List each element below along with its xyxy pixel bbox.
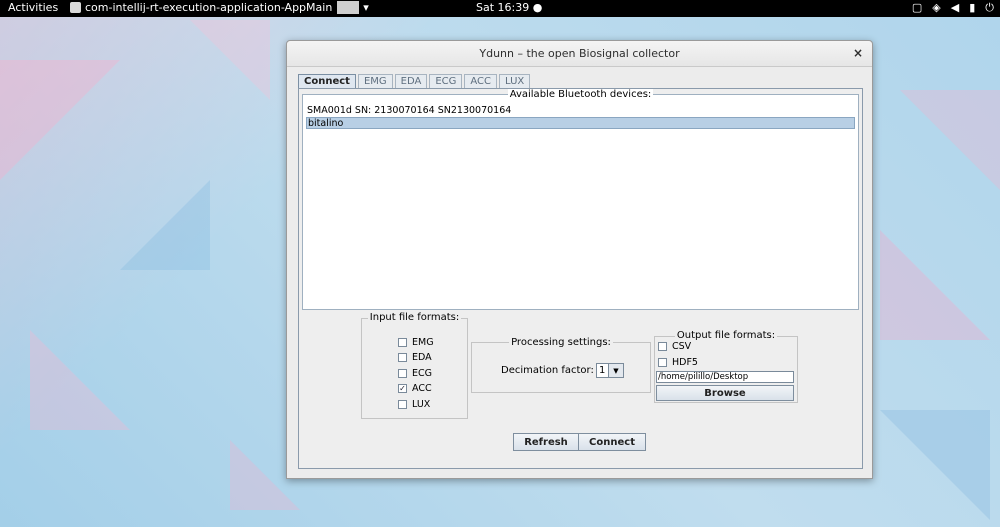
checkbox-lux[interactable]: LUX	[398, 399, 430, 410]
window-title: Ydunn – the open Biosignal collector	[479, 47, 680, 60]
tab-ecg[interactable]: ECG	[429, 74, 463, 88]
checkbox-label: ECG	[412, 368, 432, 379]
checkbox-hdf5[interactable]: HDF5	[658, 357, 698, 368]
network-icon: ◈	[932, 1, 941, 14]
checkbox-label: CSV	[672, 341, 692, 352]
app-name: com-intellij-rt-execution-application-Ap…	[85, 1, 333, 14]
checkbox-box[interactable]	[398, 338, 407, 347]
tab-eda[interactable]: EDA	[394, 74, 428, 88]
tab-emg[interactable]: EMG	[357, 74, 393, 88]
checkbox-eda[interactable]: EDA	[398, 352, 432, 363]
input-formats-group: Input file formats: EMG EDA ECG ✓ ACC LU…	[361, 312, 468, 419]
checkbox-label: ACC	[412, 383, 432, 394]
output-formats-group: Output file formats: CSV HDF5 /home/pili…	[654, 330, 798, 403]
checkbox-label: HDF5	[672, 357, 698, 368]
power-icon: ⏻	[985, 1, 994, 14]
close-icon[interactable]: ×	[853, 46, 863, 60]
devices-legend: Available Bluetooth devices:	[507, 89, 654, 100]
bluetooth-devices-list[interactable]: Available Bluetooth devices: SMA001d SN:…	[302, 89, 859, 310]
decimation-value: 1	[599, 365, 606, 376]
checkbox-label: LUX	[412, 399, 431, 410]
checkbox-ecg[interactable]: ECG	[398, 368, 432, 379]
wallpaper-triangle	[900, 90, 1000, 190]
browse-button[interactable]: Browse	[656, 385, 794, 401]
decimation-label: Decimation factor:	[501, 365, 594, 376]
checkbox-label: EMG	[412, 337, 434, 348]
connect-panel: Available Bluetooth devices: SMA001d SN:…	[298, 88, 863, 469]
wallpaper-triangle	[190, 20, 270, 100]
refresh-button[interactable]: Refresh	[513, 433, 579, 451]
wallpaper-triangle	[120, 180, 210, 270]
checkbox-box[interactable]	[658, 358, 667, 367]
battery-icon: ▮	[969, 1, 976, 14]
wallpaper-triangle	[30, 330, 130, 430]
tab-lux[interactable]: LUX	[499, 74, 531, 88]
output-path-field[interactable]: /home/pilillo/Desktop	[656, 371, 794, 383]
output-formats-legend: Output file formats:	[674, 330, 778, 341]
wallpaper-triangle	[880, 230, 990, 340]
placeholder-glyph-icon	[337, 1, 360, 14]
tab-connect[interactable]: Connect	[298, 74, 356, 88]
tab-acc[interactable]: ACC	[464, 74, 498, 88]
checkbox-csv[interactable]: CSV	[658, 341, 691, 352]
volume-icon: ◀	[950, 1, 960, 14]
list-item[interactable]: bitalino	[306, 117, 855, 129]
checkbox-box[interactable]	[658, 342, 667, 351]
checkbox-emg[interactable]: EMG	[398, 337, 434, 348]
clock[interactable]: Sat 16:39 ●	[476, 1, 542, 14]
app-window: Ydunn – the open Biosignal collector × C…	[286, 40, 873, 479]
screen-icon: ▢	[911, 1, 923, 14]
checkbox-box[interactable]	[398, 400, 407, 409]
checkbox-box[interactable]: ✓	[398, 384, 407, 393]
chevron-down-icon[interactable]: ▼	[608, 364, 623, 377]
input-formats-legend: Input file formats:	[367, 312, 462, 323]
gnome-top-bar: Activities com-intellij-rt-execution-app…	[0, 0, 1000, 17]
connect-button[interactable]: Connect	[578, 433, 646, 451]
chevron-down-icon: ▾	[363, 1, 369, 14]
window-titlebar[interactable]: Ydunn – the open Biosignal collector ×	[287, 41, 872, 67]
checkbox-label: EDA	[412, 352, 432, 363]
checkbox-acc[interactable]: ✓ ACC	[398, 383, 432, 394]
app-icon	[70, 2, 81, 13]
wallpaper-triangle	[880, 410, 990, 520]
processing-settings-group: Processing settings: Decimation factor: …	[471, 337, 651, 393]
app-menu[interactable]: com-intellij-rt-execution-application-Ap…	[70, 1, 369, 14]
decimation-select[interactable]: 1 ▼	[596, 363, 624, 378]
tab-bar: Connect EMG EDA ECG ACC LUX	[298, 74, 532, 88]
list-item[interactable]: SMA001d SN: 2130070164 SN2130070164	[306, 105, 855, 117]
processing-legend: Processing settings:	[509, 337, 613, 348]
system-tray[interactable]: ▢ ◈ ◀ ▮ ⏻	[912, 1, 994, 15]
checkbox-box[interactable]	[398, 353, 407, 362]
wallpaper-triangle	[0, 60, 120, 180]
checkbox-box[interactable]	[398, 369, 407, 378]
activities-button[interactable]: Activities	[8, 1, 58, 14]
